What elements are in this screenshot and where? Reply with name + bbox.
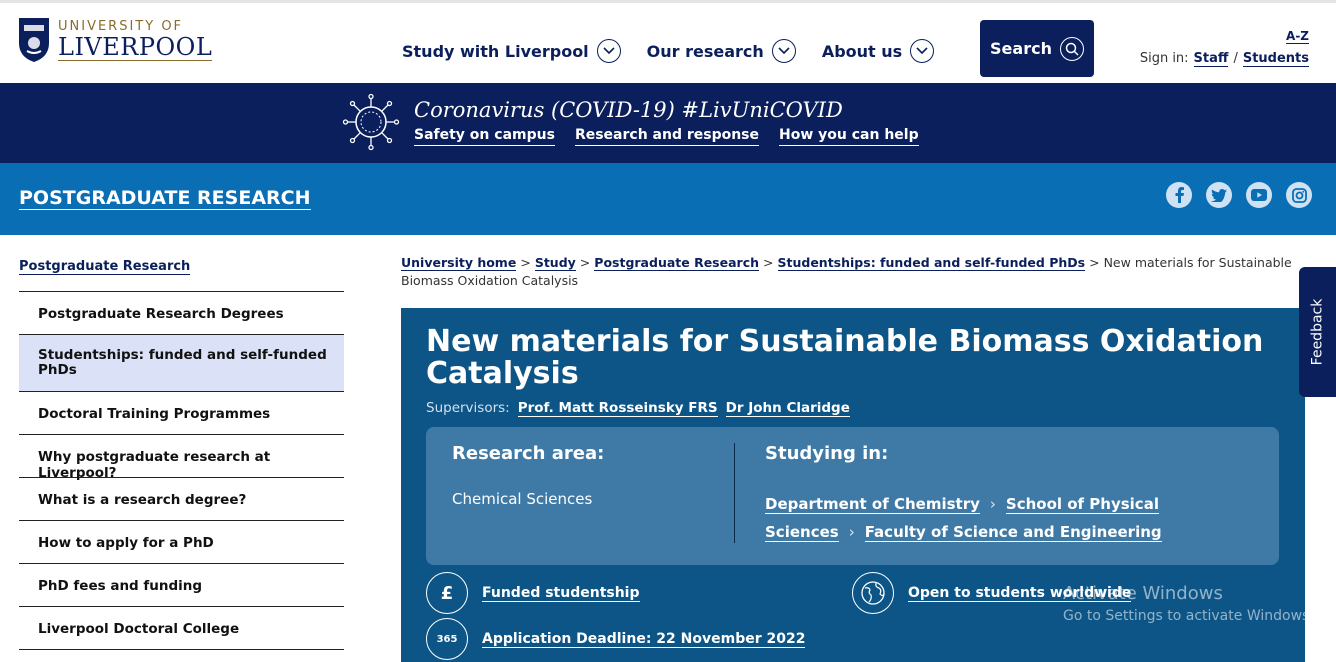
- supervisor-link[interactable]: Prof. Matt Rosseinsky FRS: [517, 400, 718, 417]
- site-header: UNIVERSITY OF LIVERPOOL Study with Liver…: [0, 0, 1336, 83]
- coronavirus-icon: [342, 93, 400, 151]
- supervisors-label: Supervisors:: [426, 400, 510, 416]
- sidebar-item-doctoral-college[interactable]: Liverpool Doctoral College: [19, 607, 344, 650]
- breadcrumb-link[interactable]: University home: [401, 255, 517, 271]
- chevron-down-icon: [910, 39, 935, 63]
- faculty-science-engineering-link[interactable]: Faculty of Science and Engineering: [864, 523, 1162, 542]
- youtube-icon[interactable]: [1246, 182, 1272, 208]
- main-navigation: Study with Liverpool Our research About …: [402, 39, 935, 63]
- activate-windows-hint: Go to Settings to activate Windows.: [1063, 608, 1314, 624]
- logo-liverpool: LIVERPOOL: [58, 32, 213, 61]
- feedback-label: Feedback: [1309, 298, 1326, 366]
- signin-separator: /: [1233, 51, 1238, 66]
- covid-title: Coronavirus (COVID-19) #LivUniCOVID: [414, 98, 843, 122]
- breadcrumb-link[interactable]: Postgraduate Research: [594, 255, 760, 271]
- covid-link-safety[interactable]: Safety on campus: [414, 127, 555, 146]
- page-title: New materials for Sustainable Biomass Ox…: [426, 324, 1264, 391]
- nav-our-research[interactable]: Our research: [647, 39, 796, 63]
- sidebar-list: Postgraduate Research Degrees Studentshi…: [19, 291, 344, 650]
- feedback-tab[interactable]: Feedback: [1299, 267, 1336, 397]
- social-links: [1166, 182, 1312, 208]
- signin-staff-link[interactable]: Staff: [1193, 51, 1229, 67]
- sidebar-item-how-to-apply[interactable]: How to apply for a PhD: [19, 521, 344, 564]
- research-area-label: Research area:: [452, 443, 605, 464]
- sidebar-heading[interactable]: Postgraduate Research: [19, 259, 191, 275]
- crest-icon: [19, 18, 49, 62]
- nav-study-with-liverpool[interactable]: Study with Liverpool: [402, 39, 621, 63]
- instagram-icon[interactable]: [1286, 182, 1312, 208]
- breadcrumb-separator: >: [1089, 255, 1100, 270]
- research-info-card: Research area: Chemical Sciences Studyin…: [426, 427, 1279, 565]
- twitter-icon[interactable]: [1206, 182, 1232, 208]
- sidebar-item-postgraduate-research-degrees[interactable]: Postgraduate Research Degrees: [19, 292, 344, 335]
- studying-in-label: Studying in:: [765, 443, 889, 464]
- breadcrumb-link[interactable]: Study: [534, 255, 576, 271]
- university-logo[interactable]: UNIVERSITY OF LIVERPOOL: [18, 17, 213, 63]
- breadcrumb-separator: >: [579, 255, 591, 270]
- application-deadline: 365 Application Deadline: 22 November 20…: [426, 618, 806, 660]
- search-label: Search: [990, 39, 1052, 58]
- covid-links: Safety on campus Research and response H…: [414, 127, 919, 146]
- sidebar: Postgraduate Research Postgraduate Resea…: [19, 255, 344, 650]
- card-divider: [734, 443, 735, 543]
- breadcrumb-separator: >: [520, 255, 531, 270]
- covid-link-help[interactable]: How you can help: [779, 127, 919, 146]
- sidebar-item-fees-funding[interactable]: PhD fees and funding: [19, 564, 344, 607]
- signin-students-link[interactable]: Students: [1242, 51, 1309, 67]
- studying-in-links: Department of Chemistry › School of Physic…: [765, 490, 1185, 546]
- section-title[interactable]: POSTGRADUATE RESEARCH: [19, 187, 311, 210]
- nav-label: Our research: [646, 41, 764, 61]
- search-button[interactable]: Search: [980, 20, 1094, 77]
- sidebar-item-why-liverpool[interactable]: Why postgraduate research at Liverpool?: [19, 435, 344, 481]
- covid-banner: Coronavirus (COVID-19) #LivUniCOVID Safe…: [0, 83, 1336, 163]
- nav-label: Study with Liverpool: [402, 41, 589, 61]
- nav-about-us[interactable]: About us: [821, 39, 935, 63]
- calendar-365-icon: 365: [426, 618, 468, 660]
- supervisor-link[interactable]: Dr John Claridge: [725, 400, 850, 417]
- chevron-right-icon: ›: [989, 495, 996, 513]
- application-deadline-link[interactable]: Application Deadline: 22 November 2022: [482, 631, 806, 648]
- supervisors: Supervisors: Prof. Matt Rosseinsky FRS D…: [426, 400, 850, 417]
- search-icon: [1059, 36, 1084, 61]
- sidebar-item-doctoral-training[interactable]: Doctoral Training Programmes: [19, 392, 344, 435]
- activate-windows-watermark: Activate Windows: [1063, 583, 1223, 604]
- funded-studentship-link[interactable]: Funded studentship: [482, 585, 640, 602]
- breadcrumb: University home > Study > Postgraduate Resea…: [401, 254, 1306, 290]
- research-area-value: Chemical Sciences: [452, 490, 593, 508]
- chevron-right-icon: ›: [848, 523, 855, 541]
- sign-in: Sign in: Staff / Students: [1140, 51, 1309, 67]
- pound-icon: £: [426, 572, 468, 614]
- globe-icon: [852, 572, 894, 614]
- funded-studentship: £ Funded studentship: [426, 572, 640, 614]
- breadcrumb-link[interactable]: Studentships: funded and self-funded PhD…: [777, 255, 1086, 271]
- logo-university-of: UNIVERSITY OF: [58, 18, 184, 34]
- signin-label: Sign in:: [1139, 51, 1189, 66]
- breadcrumb-separator: >: [763, 255, 774, 270]
- chevron-down-icon: [596, 39, 621, 63]
- sidebar-item-what-is-research-degree[interactable]: What is a research degree?: [19, 478, 344, 521]
- facebook-icon[interactable]: [1166, 182, 1192, 208]
- department-chemistry-link[interactable]: Department of Chemistry: [765, 495, 980, 514]
- sidebar-item-studentships[interactable]: Studentships: funded and self-funded PhD…: [19, 335, 344, 392]
- covid-link-research[interactable]: Research and response: [574, 127, 760, 146]
- chevron-down-icon: [771, 39, 796, 63]
- section-bar: POSTGRADUATE RESEARCH: [0, 163, 1336, 235]
- a-z-link[interactable]: A-Z: [1286, 30, 1309, 44]
- nav-label: About us: [821, 41, 903, 61]
